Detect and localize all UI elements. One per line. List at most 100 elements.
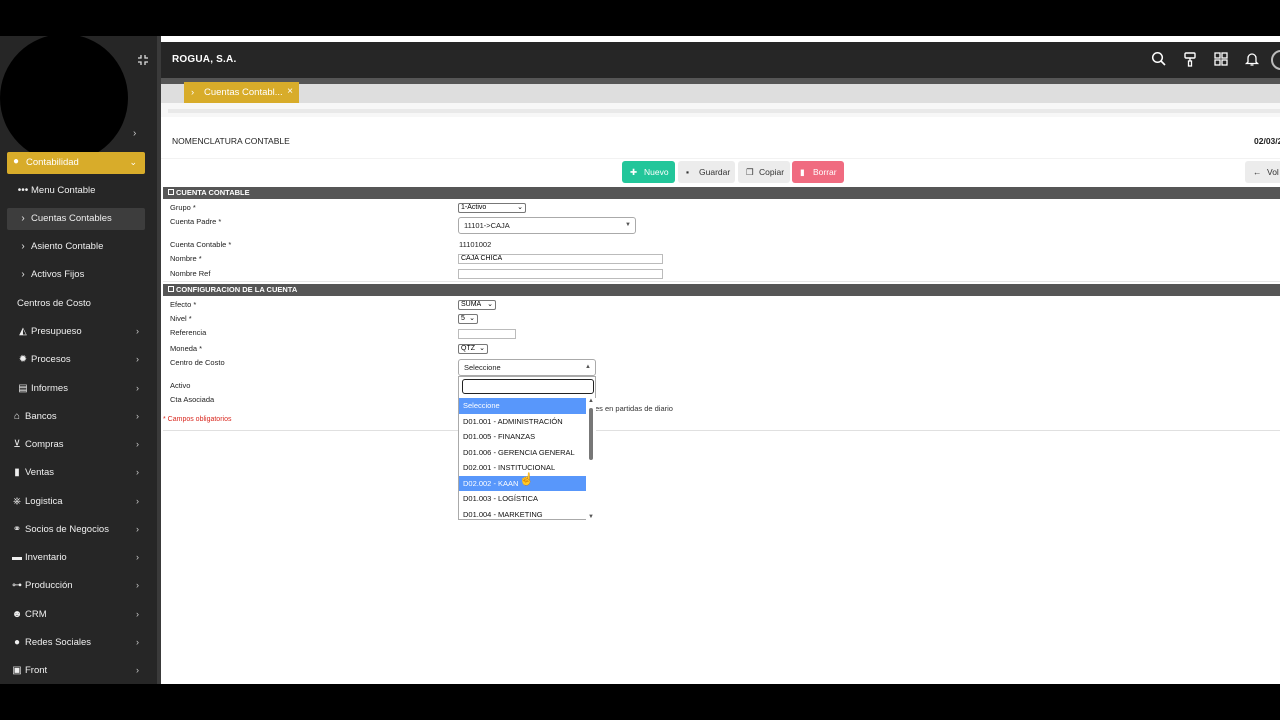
section-header-cuenta-contable[interactable]: CUENTA CONTABLE (163, 187, 1280, 199)
dropdown-scrollbar[interactable]: ▲ ▼ (586, 398, 596, 520)
sidebar-item-crm[interactable]: ☻ CRM › (7, 604, 145, 626)
dropdown-option[interactable]: D01.003 - LOGÍSTICA (459, 491, 586, 507)
cuenta-padre-value: 11101->CAJA (464, 221, 510, 230)
tab-bar-stripe (161, 103, 1280, 117)
sidebar-item-logistica[interactable]: ⎈ Logistica › (7, 491, 145, 513)
sidebar-item-redes-sociales[interactable]: ● Redes Sociales › (7, 632, 145, 654)
centro-costo-value: Seleccione (464, 363, 501, 372)
cuenta-contable-label: Cuenta Contable * (170, 240, 232, 249)
sidebar-item-asiento-contable[interactable]: › Asiento Contable (7, 236, 145, 258)
dropdown-option[interactable]: D01.001 - ADMINISTRACIÓN (459, 414, 586, 430)
arrow-left-icon: ← (1253, 167, 1262, 177)
dots-icon: ••• (17, 185, 29, 196)
gauge-icon: ◭ (19, 326, 27, 337)
minus-square-icon (168, 286, 174, 292)
globe-icon: ● (13, 637, 21, 648)
borrar-button[interactable]: ▮ Borrar (792, 161, 844, 183)
sidebar-item-contabilidad[interactable]: ● Contabilidad ⌄ (7, 152, 145, 174)
sidebar-item-front[interactable]: ▣ Front › (7, 660, 145, 682)
dropdown-option[interactable]: D01.006 - GERENCIA GENERAL (459, 445, 586, 461)
dropdown-option[interactable]: Seleccione (459, 398, 586, 414)
nombre-ref-field[interactable] (458, 269, 663, 279)
collapse-icon[interactable] (136, 54, 150, 68)
sidebar-item-socios-de-negocios[interactable]: ⚭ Socios de Negocios › (7, 519, 145, 541)
cta-asociada-label: Cta Asociada (170, 395, 215, 404)
nuevo-button[interactable]: ✚ Nuevo (622, 161, 675, 183)
close-icon[interactable]: × (287, 86, 293, 97)
chevron-right-icon: › (136, 383, 139, 393)
section-header-configuracion[interactable]: CONFIGURACION DE LA CUENTA (163, 284, 1280, 296)
dropdown-option[interactable]: D01.005 - FINANZAS (459, 429, 586, 445)
cart-icon: ⊻ (13, 439, 21, 450)
tab-cuentas-contables[interactable]: › Cuentas Contabl... × (184, 82, 299, 103)
volver-button[interactable]: ← Vol (1245, 161, 1280, 183)
sidebar-item-menu-contable[interactable]: ••• Menu Contable (7, 180, 145, 202)
partners-icon: ⚭ (12, 524, 22, 535)
guardar-button[interactable]: ▪ Guardar (678, 161, 735, 183)
sidebar-item-produccion[interactable]: ⊶ Producción › (7, 575, 145, 597)
sidebar-item-label: Compras (25, 439, 64, 450)
section-title: CUENTA CONTABLE (176, 188, 250, 197)
sidebar-item-cuentas-contables[interactable]: › Cuentas Contables (7, 208, 145, 230)
chevron-down-icon: ⌄ (129, 157, 137, 167)
chevron-right-icon: › (191, 87, 195, 98)
grid-icon[interactable] (1213, 51, 1231, 69)
button-label: Nuevo (644, 167, 669, 177)
chevron-right-icon: › (136, 439, 139, 449)
chevron-right-icon: › (136, 609, 139, 619)
sidebar-item-informes[interactable]: ▤ Informes › (7, 378, 145, 400)
copiar-button[interactable]: ❐ Copiar (738, 161, 790, 183)
sidebar-item-presupueso[interactable]: ◭ Presupueso › (7, 321, 145, 343)
sidebar-item-ventas[interactable]: ▮ Ventas › (7, 462, 145, 484)
efecto-select[interactable]: SUMA ⌄ (458, 300, 496, 310)
sidebar-item-label: Informes (31, 383, 68, 394)
moneda-select[interactable]: QTZ ⌄ (458, 344, 488, 354)
button-label: Borrar (813, 167, 837, 177)
sidebar-item-label: Asiento Contable (31, 241, 104, 252)
sidebar-item-compras[interactable]: ⊻ Compras › (7, 434, 145, 456)
chevron-right-icon: › (136, 496, 139, 506)
referencia-field[interactable] (458, 329, 516, 339)
dropdown-option[interactable]: D01.004 - MARKETING (459, 507, 586, 523)
sidebar-item-centros-de-costo[interactable]: Centros de Costo (7, 293, 145, 315)
user-avatar-icon[interactable] (1271, 50, 1280, 70)
chevron-right-icon: › (21, 213, 25, 224)
button-label: Guardar (699, 167, 731, 177)
sidebar-item-label: Cuentas Contables (31, 213, 112, 224)
nivel-select[interactable]: 5 ⌄ (458, 314, 478, 324)
chevron-right-icon[interactable]: › (133, 128, 136, 139)
scroll-down-icon[interactable]: ▼ (588, 514, 594, 520)
sidebar-item-label: Contabilidad (26, 157, 79, 168)
chevron-down-icon: ⌄ (517, 204, 523, 211)
scrollbar-thumb[interactable] (589, 408, 593, 460)
sidebar-item-bancos[interactable]: ⌂ Bancos › (7, 406, 145, 428)
trash-icon: ▮ (800, 167, 805, 177)
logistics-icon: ⎈ (13, 496, 21, 507)
dropdown-search-input[interactable] (462, 379, 594, 394)
chevron-right-icon: › (136, 411, 139, 421)
bell-icon[interactable] (1244, 51, 1262, 69)
cuenta-padre-select[interactable]: 11101->CAJA ▼ (458, 217, 636, 234)
required-note: * Campos obligatorios (163, 416, 232, 423)
nombre-field[interactable]: CAJA CHICA (458, 254, 663, 264)
section-title: CONFIGURACION DE LA CUENTA (176, 285, 298, 294)
caret-up-icon: ▲ (585, 364, 591, 370)
sidebar-item-procesos[interactable]: ✹ Procesos › (7, 349, 145, 371)
search-icon[interactable] (1151, 51, 1169, 69)
chevron-right-icon: › (136, 552, 139, 562)
grupo-select[interactable]: 1-Activo ⌄ (458, 203, 526, 213)
centro-costo-label: Centro de Costo (170, 358, 225, 367)
nombre-ref-label: Nombre Ref (170, 269, 211, 278)
grupo-value: 1-Activo (461, 204, 487, 211)
sidebar-item-activos-fijos[interactable]: › Activos Fijos (7, 264, 145, 286)
sidebar-item-label: Socios de Negocios (25, 524, 109, 535)
moneda-label: Moneda * (170, 344, 203, 353)
scroll-up-icon[interactable]: ▲ (588, 398, 594, 404)
sidebar-item-inventario[interactable]: ▬ Inventario › (7, 547, 145, 569)
chevron-down-icon: ⌄ (479, 345, 485, 352)
sidebar-item-label: Ventas (25, 467, 55, 478)
centro-costo-select[interactable]: Seleccione ▲ (458, 359, 596, 376)
chevron-right-icon: › (136, 467, 139, 477)
divider (161, 158, 1280, 159)
paint-brush-icon[interactable] (1182, 51, 1200, 69)
